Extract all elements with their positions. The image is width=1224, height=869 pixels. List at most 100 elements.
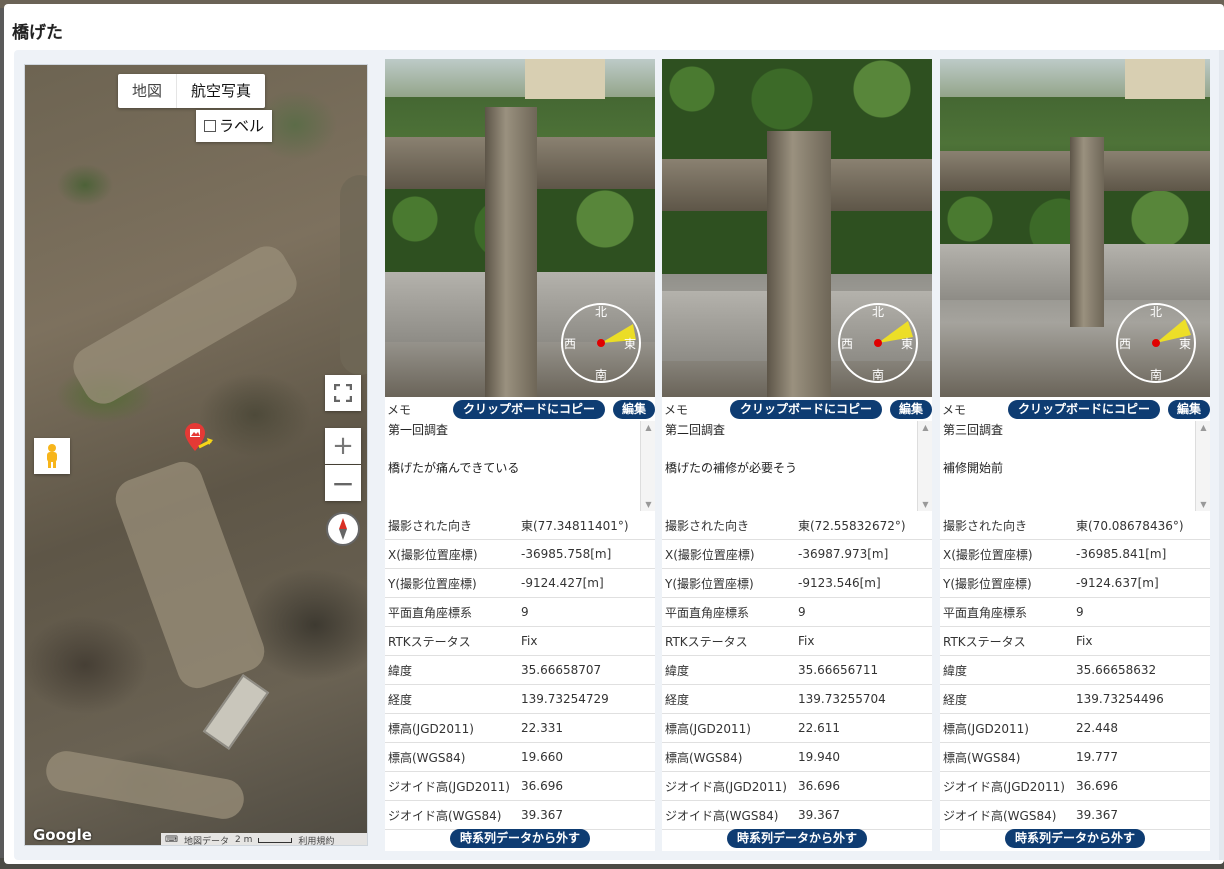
map-type-roadmap[interactable]: 地図	[118, 74, 176, 108]
svg-text:北: 北	[872, 305, 884, 319]
survey-photo[interactable]: 北 南 東 西	[662, 59, 932, 397]
map-type-control: 地図 航空写真	[118, 74, 266, 108]
attribute-label: 撮影された向き	[665, 518, 750, 533]
attribute-label: 標高(WGS84)	[388, 750, 466, 765]
attribute-row: 標高(JGD2011) 22.331	[385, 714, 655, 743]
scroll-down-icon: ▼	[645, 500, 652, 509]
memo-scrollbar[interactable]: ▲ ▼	[640, 421, 655, 511]
remove-from-timeseries-button[interactable]: 時系列データから外す	[726, 829, 867, 848]
attribute-row: X(撮影位置座標) -36985.758[m]	[385, 540, 655, 569]
compass-icon	[326, 512, 360, 546]
memo-label: メモ	[387, 402, 412, 417]
memo-textarea[interactable]: 第三回調査 補修開始前	[940, 421, 1195, 511]
scrollbar-track[interactable]	[1219, 50, 1224, 860]
attribute-value: 東(72.55832672°)	[798, 518, 906, 533]
pegman-icon	[47, 444, 57, 468]
attribute-label: X(撮影位置座標)	[943, 547, 1033, 562]
edit-button[interactable]: 編集	[889, 399, 932, 419]
memo-textarea[interactable]: 第二回調査 橋げたの補修が必要そう	[662, 421, 917, 511]
svg-text:西: 西	[841, 337, 853, 351]
zoom-in-button[interactable]: +	[325, 428, 361, 464]
scale-label[interactable]: 2 m	[235, 835, 252, 845]
keyboard-shortcuts-link[interactable]: ⌨	[165, 835, 178, 845]
attribute-value: 22.448	[1076, 721, 1118, 735]
memo-text: 橋げたが痛んできている	[388, 461, 520, 475]
attribute-row: ジオイド高(WGS84) 39.367	[940, 801, 1210, 830]
map-compass-button[interactable]	[325, 511, 361, 547]
attribute-label: 撮影された向き	[388, 518, 473, 533]
map-type-satellite[interactable]: 航空写真	[176, 74, 265, 108]
pegman-button[interactable]	[34, 438, 70, 474]
photo-column-2: 北 南 東 西 メモ クリップボードにコピー 編集 第二回調査 橋げたの補修が必…	[662, 59, 932, 851]
attribute-row: ジオイド高(JGD2011) 36.696	[385, 772, 655, 801]
minus-icon: −	[331, 466, 355, 500]
attribute-value: -36987.973[m]	[798, 547, 889, 561]
attribute-label: ジオイド高(WGS84)	[665, 808, 779, 823]
attribute-row: 標高(WGS84) 19.777	[940, 743, 1210, 772]
edit-button[interactable]: 編集	[612, 399, 655, 419]
attribute-value: -36985.758[m]	[521, 547, 612, 561]
attribute-value: 9	[798, 605, 806, 619]
attribute-row: 緯度 35.66656711	[662, 656, 932, 685]
label-toggle[interactable]: ラベル	[196, 110, 273, 142]
edit-button[interactable]: 編集	[1167, 399, 1210, 419]
attribute-value: -9123.546[m]	[798, 576, 881, 590]
photo-location-pin[interactable]	[183, 421, 223, 465]
copy-to-clipboard-button[interactable]: クリップボードにコピー	[1007, 399, 1160, 419]
attribute-label: ジオイド高(JGD2011)	[388, 779, 510, 794]
attribute-label: ジオイド高(JGD2011)	[943, 779, 1065, 794]
survey-photo[interactable]: 北 南 東 西	[940, 59, 1210, 397]
attribute-row: RTKステータス Fix	[940, 627, 1210, 656]
attribute-label: Y(撮影位置座標)	[388, 576, 477, 591]
memo-scrollbar[interactable]: ▲ ▼	[917, 421, 932, 511]
attribute-label: 撮影された向き	[943, 518, 1028, 533]
fullscreen-button[interactable]	[325, 375, 361, 411]
checkbox-icon[interactable]	[204, 120, 216, 132]
attribute-value: 36.696	[1076, 779, 1118, 793]
photo-column-3: 北 南 東 西 メモ クリップボードにコピー 編集 第三回調査 補修開始前 ▲ ▼…	[940, 59, 1210, 851]
attribute-row: Y(撮影位置座標) -9124.427[m]	[385, 569, 655, 598]
attribute-label: 標高(JGD2011)	[665, 721, 751, 736]
attribute-label: 緯度	[388, 663, 413, 678]
attribute-label: RTKステータス	[665, 634, 748, 649]
scroll-up-icon: ▲	[645, 423, 652, 432]
svg-text:南: 南	[872, 367, 884, 382]
terms-link[interactable]: 利用規約	[298, 834, 334, 846]
scroll-down-icon: ▼	[1200, 500, 1207, 509]
remove-from-timeseries-button[interactable]: 時系列データから外す	[1004, 829, 1145, 848]
attribute-value: 19.940	[798, 750, 840, 764]
attribute-row: X(撮影位置座標) -36985.841[m]	[940, 540, 1210, 569]
copy-to-clipboard-button[interactable]: クリップボードにコピー	[729, 399, 882, 419]
attribute-value: 39.367	[798, 808, 840, 822]
attribute-label: 緯度	[943, 663, 968, 678]
attribute-label: X(撮影位置座標)	[665, 547, 755, 562]
svg-text:東: 東	[1179, 337, 1191, 351]
scale-bar	[258, 837, 293, 843]
attribute-value: -9124.637[m]	[1076, 576, 1159, 590]
attribute-row: 緯度 35.66658707	[385, 656, 655, 685]
svg-text:北: 北	[1150, 305, 1162, 319]
attribute-value: 39.367	[521, 808, 563, 822]
copy-to-clipboard-button[interactable]: クリップボードにコピー	[452, 399, 605, 419]
satellite-map[interactable]: 地図 航空写真 ラベル + − Google ⌨ 地図データ 2 m 利用規約	[24, 64, 368, 846]
memo-toolbar: メモ クリップボードにコピー 編集	[662, 397, 932, 421]
attribute-row: 標高(JGD2011) 22.611	[662, 714, 932, 743]
attribute-value: 35.66658707	[521, 663, 602, 677]
memo-scrollbar[interactable]: ▲ ▼	[1195, 421, 1210, 511]
attribute-value: 139.73255704	[798, 692, 886, 706]
remove-from-timeseries-button[interactable]: 時系列データから外す	[449, 829, 590, 848]
attribute-value: 35.66656711	[798, 663, 879, 677]
map-pond	[340, 175, 367, 375]
scroll-up-icon: ▲	[922, 423, 929, 432]
dialog-title: 橋げた	[12, 23, 63, 43]
attribute-value: 35.66658632	[1076, 663, 1157, 677]
attribute-row: Y(撮影位置座標) -9124.637[m]	[940, 569, 1210, 598]
direction-compass-icon: 北 南 東 西	[561, 303, 641, 383]
attribute-value: 39.367	[1076, 808, 1118, 822]
memo-textarea[interactable]: 第一回調査 橋げたが痛んできている	[385, 421, 640, 511]
survey-photo[interactable]: 北 南 東 西	[385, 59, 655, 397]
svg-text:南: 南	[595, 367, 607, 382]
zoom-out-button[interactable]: −	[325, 465, 361, 501]
attribute-row: 標高(JGD2011) 22.448	[940, 714, 1210, 743]
memo-title: 第三回調査	[943, 423, 1004, 437]
